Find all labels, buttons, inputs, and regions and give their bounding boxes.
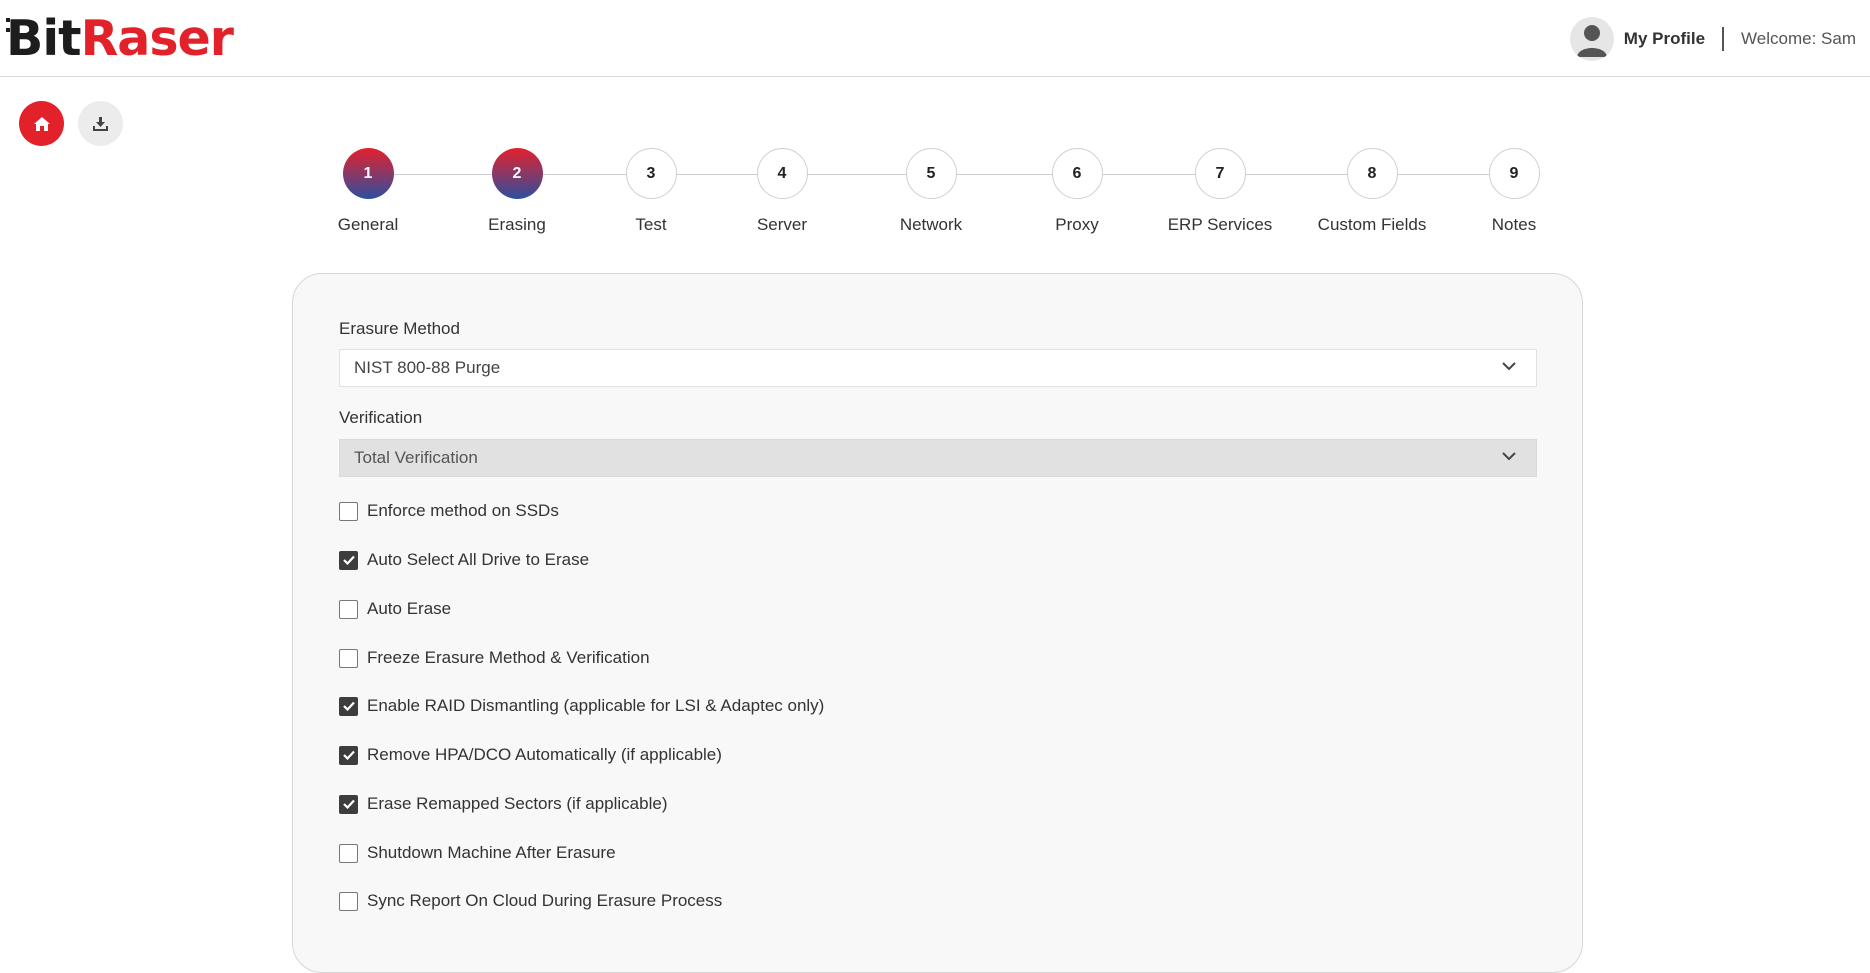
- checkbox[interactable]: [339, 501, 358, 521]
- check-icon: [342, 701, 355, 711]
- check-icon: [342, 750, 355, 760]
- step-erasing[interactable]: 2 Erasing: [447, 148, 587, 235]
- logo-text-raser: Raser: [80, 10, 234, 67]
- option-label: Freeze Erasure Method & Verification: [367, 648, 650, 667]
- verification-select[interactable]: Total Verification: [339, 439, 1537, 477]
- logo-pixel-icon: [6, 18, 15, 32]
- step-test[interactable]: 3 Test: [581, 148, 721, 235]
- my-profile-link[interactable]: My Profile: [1624, 29, 1705, 49]
- option-label: Remove HPA/DCO Automatically (if applica…: [367, 745, 722, 764]
- step-label: General: [337, 215, 399, 234]
- checkbox[interactable]: [339, 648, 358, 668]
- option-label: Shutdown Machine After Erasure: [367, 843, 616, 862]
- step-number: 2: [491, 148, 543, 199]
- welcome-text: Welcome: Sam: [1741, 29, 1856, 48]
- download-button[interactable]: [78, 101, 123, 146]
- step-label: ERP Services: [1167, 215, 1273, 234]
- check-icon: [342, 555, 355, 565]
- step-label: Erasing: [488, 215, 546, 234]
- step-number: 3: [625, 148, 677, 199]
- erasing-settings-card: Erasure Method NIST 800-88 Purge Verific…: [292, 273, 1583, 973]
- option-enforce-method-ssd[interactable]: Enforce method on SSDs: [339, 500, 559, 522]
- checkbox[interactable]: [339, 599, 358, 619]
- option-auto-select-drives[interactable]: Auto Select All Drive to Erase: [339, 549, 589, 571]
- chevron-down-icon: [1502, 452, 1516, 461]
- option-label: Enforce method on SSDs: [367, 501, 559, 520]
- step-label: Test: [635, 215, 667, 234]
- option-shutdown-after-erasure[interactable]: Shutdown Machine After Erasure: [339, 842, 616, 864]
- option-auto-erase[interactable]: Auto Erase: [339, 598, 451, 620]
- option-sync-report-cloud[interactable]: Sync Report On Cloud During Erasure Proc…: [339, 890, 722, 912]
- step-general[interactable]: 1 General: [298, 148, 438, 235]
- step-custom-fields[interactable]: 8 Custom Fields: [1302, 148, 1442, 235]
- profile-area: My Profile Welcome: Sam: [1569, 17, 1856, 61]
- erasure-method-value: NIST 800-88 Purge: [354, 358, 501, 377]
- step-server[interactable]: 4 Server: [712, 148, 852, 235]
- check-icon: [342, 799, 355, 809]
- chevron-down-icon: [1502, 362, 1516, 371]
- step-label: Proxy: [1055, 215, 1099, 234]
- option-label: Sync Report On Cloud During Erasure Proc…: [367, 891, 723, 910]
- erasure-method-label: Erasure Method: [339, 319, 460, 338]
- step-number: 4: [756, 148, 808, 199]
- profile-divider: [1722, 27, 1725, 51]
- step-number: 8: [1346, 148, 1398, 199]
- avatar[interactable]: [1569, 17, 1614, 61]
- checkbox[interactable]: [339, 745, 358, 765]
- step-number: 1: [342, 148, 394, 199]
- checkbox[interactable]: [339, 696, 358, 716]
- step-network[interactable]: 5 Network: [861, 148, 1001, 235]
- option-erase-remapped-sectors[interactable]: Erase Remapped Sectors (if applicable): [339, 793, 667, 815]
- home-icon: [33, 116, 50, 131]
- verification-label: Verification: [339, 408, 423, 427]
- option-remove-hpa-dco[interactable]: Remove HPA/DCO Automatically (if applica…: [339, 744, 722, 766]
- step-label: Network: [899, 215, 963, 234]
- option-label: Erase Remapped Sectors (if applicable): [367, 794, 668, 813]
- erasure-method-select[interactable]: NIST 800-88 Purge: [339, 349, 1537, 387]
- step-number: 7: [1194, 148, 1246, 199]
- step-number: 9: [1488, 148, 1540, 199]
- checkbox[interactable]: [339, 550, 358, 570]
- step-notes[interactable]: 9 Notes: [1444, 148, 1584, 235]
- verification-value: Total Verification: [354, 448, 478, 467]
- checkbox[interactable]: [339, 843, 358, 863]
- step-label: Custom Fields: [1317, 215, 1427, 234]
- step-number: 6: [1051, 148, 1103, 199]
- step-proxy[interactable]: 6 Proxy: [1007, 148, 1147, 235]
- user-icon: [1576, 25, 1607, 57]
- option-label: Enable RAID Dismantling (applicable for …: [367, 696, 825, 715]
- step-number: 5: [905, 148, 957, 199]
- home-button[interactable]: [19, 101, 64, 146]
- step-label: Server: [756, 215, 808, 234]
- checkbox[interactable]: [339, 891, 358, 911]
- top-bar: BitRaser My Profile Welcome: Sam: [0, 0, 1870, 77]
- download-icon: [93, 116, 108, 131]
- checkbox[interactable]: [339, 794, 358, 814]
- wizard-stepper: 1 General 2 Erasing 3 Test 4 Server 5 Ne…: [0, 148, 1870, 238]
- bitraser-logo[interactable]: BitRaser: [6, 10, 234, 67]
- option-label: Auto Select All Drive to Erase: [367, 550, 590, 569]
- step-erp-services[interactable]: 7 ERP Services: [1150, 148, 1290, 235]
- option-freeze-erasure[interactable]: Freeze Erasure Method & Verification: [339, 647, 650, 669]
- option-raid-dismantling[interactable]: Enable RAID Dismantling (applicable for …: [339, 695, 824, 717]
- step-label: Notes: [1491, 215, 1537, 234]
- option-label: Auto Erase: [367, 599, 452, 618]
